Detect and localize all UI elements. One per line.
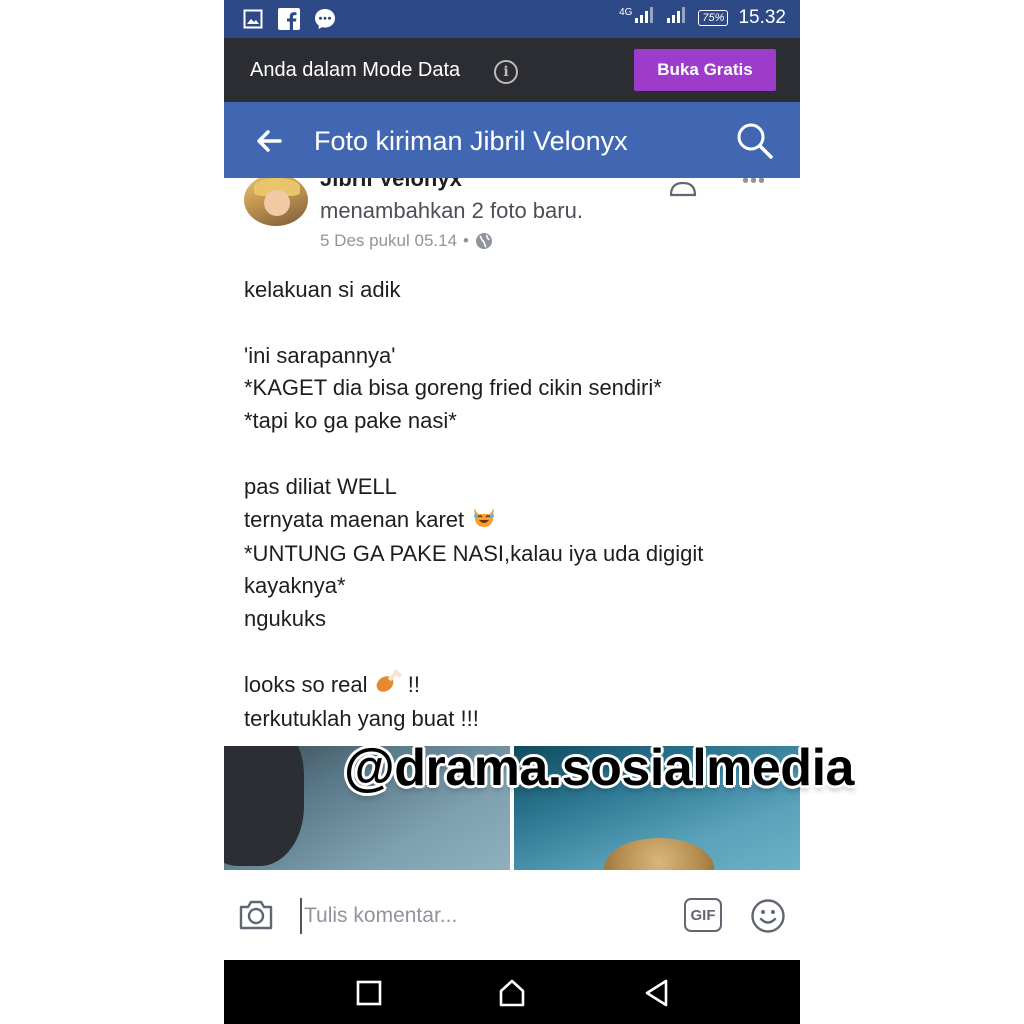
info-icon[interactable]: i	[494, 60, 518, 84]
messenger-icon	[314, 8, 336, 30]
more-options-icon[interactable]: •••	[742, 178, 766, 193]
gif-icon[interactable]: GIF	[684, 898, 722, 932]
post-line: terkutuklah yang buat !!!	[244, 705, 479, 731]
page-title: Foto kiriman Jibril Velonyx	[314, 126, 628, 156]
comment-bar: GIF	[224, 870, 800, 960]
camera-icon[interactable]	[238, 898, 274, 932]
bookmark-icon[interactable]	[668, 180, 698, 198]
post-paragraph: 'ini sarapannya' *KAGET dia bisa goreng …	[244, 340, 784, 438]
post-line-with-emoji: ternyata maenan karet	[244, 504, 784, 538]
comment-input[interactable]	[300, 898, 590, 934]
chicken-leg-emoji	[374, 669, 402, 703]
home-icon[interactable]	[497, 978, 527, 1008]
recent-apps-icon[interactable]	[354, 978, 384, 1008]
post-line-text: ternyata maenan karet	[244, 506, 465, 532]
post-paragraph: looks so real !! terkutuklah yang buat !…	[244, 669, 784, 736]
navigation-bar	[224, 960, 800, 1024]
exclaim-text: !!	[407, 671, 420, 697]
cat-laughing-emoji	[470, 504, 498, 538]
data-mode-bar: Anda dalam Mode Data i Buka Gratis	[224, 38, 800, 102]
back-triangle-icon[interactable]	[642, 978, 672, 1008]
post-paragraph: pas diliat WELL ternyata maenan karet *U…	[244, 471, 784, 636]
data-mode-text: Anda dalam Mode Data	[250, 59, 461, 81]
post-meta: 5 Des pukul 05.14 •	[320, 231, 493, 251]
post-line: 'ini sarapannya'	[244, 342, 396, 368]
post-line: *KAGET dia bisa goreng fried cikin sendi…	[244, 375, 662, 401]
meta-separator: •	[463, 231, 469, 250]
post-paragraph: kelakuan si adik	[244, 274, 784, 307]
post-text: kelakuan si adik 'ini sarapannya' *KAGET…	[244, 274, 784, 736]
post-action: menambahkan 2 foto baru.	[320, 198, 583, 223]
post-date[interactable]: 5 Des pukul 05.14	[320, 231, 457, 251]
battery-icon: 75%	[698, 10, 729, 26]
post-line: kelakuan si adik	[244, 277, 401, 302]
image-icon	[242, 8, 264, 30]
post-line-with-emoji: looks so real !!	[244, 669, 784, 703]
post-line: *tapi ko ga pake nasi*	[244, 408, 457, 434]
app-header: Foto kiriman Jibril Velonyx	[224, 102, 800, 178]
phone-screen: 4G 75% 15.32 Anda dalam Mode Data i Buka…	[224, 0, 800, 1024]
watermark-text: @drama.sosialmedia	[344, 739, 854, 797]
globe-icon	[475, 232, 493, 250]
back-arrow-icon[interactable]	[254, 126, 284, 156]
network-label: 4G	[619, 6, 633, 18]
post-line-text: looks so real	[244, 671, 368, 697]
post: Jibril Velonyx menambahkan 2 foto baru. …	[224, 178, 800, 746]
avatar[interactable]	[244, 178, 308, 226]
post-line: *UNTUNG GA PAKE NASI,kalau iya uda digig…	[244, 540, 704, 566]
search-icon[interactable]	[736, 122, 774, 160]
post-author[interactable]: Jibril Velonyx	[320, 178, 462, 192]
post-line: pas diliat WELL	[244, 473, 397, 499]
facebook-icon	[278, 8, 300, 30]
clock: 15.32	[738, 7, 786, 28]
emoji-icon[interactable]	[750, 898, 786, 934]
signal-icon	[634, 6, 656, 30]
post-line: ngukuks	[244, 606, 326, 632]
signal-icon-2	[666, 6, 688, 30]
status-bar: 4G 75% 15.32	[224, 0, 800, 38]
buka-gratis-button[interactable]: Buka Gratis	[634, 49, 776, 91]
post-line: kayaknya*	[244, 573, 346, 599]
